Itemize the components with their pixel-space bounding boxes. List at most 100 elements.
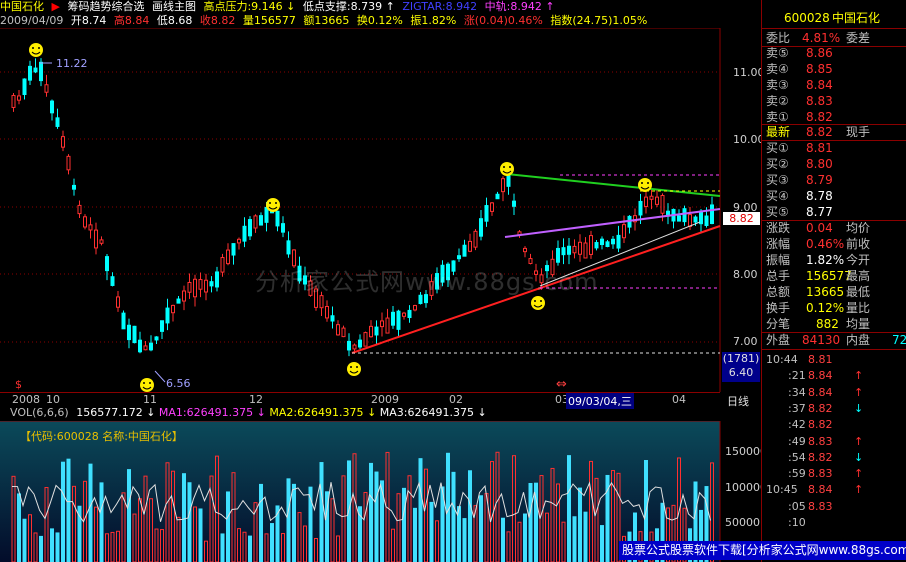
volume-bar: [22, 518, 27, 562]
current-price-tag: 8.82: [723, 212, 760, 225]
volume-bar: [468, 470, 472, 562]
buy-label: 买③: [766, 173, 789, 187]
candle-body: [55, 117, 60, 127]
stat-row: 总额 13665 最低: [762, 284, 906, 300]
smiley-high-icon: [29, 43, 43, 57]
support-label: 低点支撑:8.739: [302, 0, 383, 13]
tick-row: 10:45 8.84 ↑: [762, 482, 906, 498]
stat-label: 总手: [766, 269, 791, 283]
down-arrow-icon: ↓: [286, 0, 296, 13]
sell-row[interactable]: 卖④ 8.85: [762, 61, 906, 77]
price-tick: 7.00: [733, 335, 758, 348]
bar-low: 低8.68: [156, 14, 193, 27]
date-label: 02: [449, 393, 463, 406]
buy-row[interactable]: 买④ 8.78: [762, 188, 906, 204]
period-label[interactable]: 日线: [727, 393, 749, 409]
date-label: 2009: [371, 393, 399, 406]
candle-body: [611, 238, 615, 245]
tick-price: 8.83: [808, 499, 833, 513]
volume-bar: [187, 482, 192, 562]
sell-row[interactable]: 卖② 8.83: [762, 93, 906, 109]
candle-body: [94, 229, 98, 249]
down-arrow-icon: ↓: [367, 406, 377, 419]
candle-body: [182, 290, 186, 302]
buy-price: 8.80: [806, 157, 833, 171]
up-arrow-icon: ↑: [545, 0, 555, 13]
candle-body: [22, 78, 27, 96]
draw-menu[interactable]: 画线主图: [152, 0, 196, 13]
volume-bar: [600, 525, 604, 562]
candle-body: [116, 296, 120, 308]
tick-time: 10:44: [766, 353, 798, 366]
stat-row: 涨跌 0.04 均价: [762, 220, 906, 236]
kline-chart-area[interactable]: 中国石化 ▶ 筹码趋势综合选 画线主图 高点压力:9.146 ↓ 低点支撑:8.…: [0, 0, 767, 562]
sell-row[interactable]: 卖③ 8.84: [762, 77, 906, 93]
tick-time: :34: [788, 385, 806, 399]
candle-body: [369, 325, 373, 338]
candle-body: [512, 200, 516, 207]
volume-bar: [66, 458, 71, 562]
candle-body: [259, 215, 263, 226]
resistance-trendline[interactable]: [506, 173, 721, 197]
candle-body: [66, 155, 71, 171]
corner-box-top: (1781): [722, 352, 760, 365]
candle-body: [149, 342, 153, 351]
up-arrow-icon: ↑: [854, 467, 864, 481]
stat-value: 1.82%: [806, 253, 845, 267]
candle-body: [209, 281, 214, 287]
tick-time: :59: [788, 467, 806, 481]
volume-bar: [583, 511, 588, 562]
volume-bar: [374, 471, 379, 562]
inner-label: 内盘: [846, 333, 871, 347]
footer-ad[interactable]: 股票公式股票软件下载[分析家公式网www.88gs.com]: [619, 541, 906, 560]
buy-price: 8.79: [806, 173, 833, 187]
down-arrow-icon: ↓: [146, 406, 156, 419]
candle-body: [226, 249, 230, 265]
candle-body: [352, 344, 357, 350]
volume-bar: [528, 482, 533, 562]
high-point-label: 11.22: [56, 57, 88, 70]
candle-body: [198, 279, 203, 290]
sell-label: 卖③: [766, 78, 789, 92]
buy-label: 买②: [766, 157, 789, 171]
tick-time: :21: [788, 369, 806, 383]
date-label: 2008: [12, 393, 40, 406]
stat-value: 882: [816, 317, 839, 331]
candle-body: [490, 202, 494, 212]
candle-body: [39, 61, 43, 82]
buy-row[interactable]: 买② 8.80: [762, 156, 906, 172]
volume-bar: [369, 462, 373, 562]
tick-row: :54 8.82 ↓: [762, 450, 906, 466]
buy-label: 买④: [766, 189, 789, 203]
tick-price: 8.82: [808, 418, 833, 432]
candle-body: [325, 305, 329, 319]
candle-body: [28, 65, 32, 81]
stat-row: 振幅 1.82% 今开: [762, 252, 906, 268]
stat-row: 涨幅 0.46% 前收: [762, 236, 906, 252]
formula-menu[interactable]: 筹码趋势综合选: [67, 0, 144, 13]
buy-row[interactable]: 买③ 8.79: [762, 172, 906, 188]
code-caption: 【代码:600028 名称:中国石化】: [20, 430, 183, 443]
formula-marker-icon: ▶: [51, 0, 60, 13]
buy-row[interactable]: 买① 8.81: [762, 140, 906, 156]
candle-body: [402, 312, 406, 317]
sell-label: 卖⑤: [766, 46, 789, 60]
stat-row: 总手 156577 最高: [762, 268, 906, 284]
candle-body: [237, 238, 241, 244]
sell-row[interactable]: 卖① 8.82: [762, 109, 906, 125]
price-chart[interactable]: ⇔: [0, 28, 760, 392]
sell-row[interactable]: 卖⑤ 8.86: [762, 45, 906, 61]
candle-body: [644, 196, 648, 207]
cursor-arrows-icon: ⇔: [556, 377, 567, 392]
tick-price: 8.84: [808, 369, 833, 383]
tick-time: 10:45: [766, 483, 798, 497]
candle-body: [688, 214, 692, 227]
buy-label: 买①: [766, 141, 789, 155]
middle-trendline[interactable]: [504, 208, 721, 238]
up-arrow-icon: ↑: [385, 0, 395, 13]
stat-value: 13665: [806, 285, 845, 299]
stat-value: 0.46%: [806, 237, 845, 251]
candle-body: [220, 257, 225, 273]
quote-panel[interactable]: 600028 中国石化 委比 4.81% 委差 卖⑤ 8.86 卖④ 8.85 卖③…: [761, 0, 906, 562]
buy-row[interactable]: 买⑤ 8.77: [762, 204, 906, 220]
